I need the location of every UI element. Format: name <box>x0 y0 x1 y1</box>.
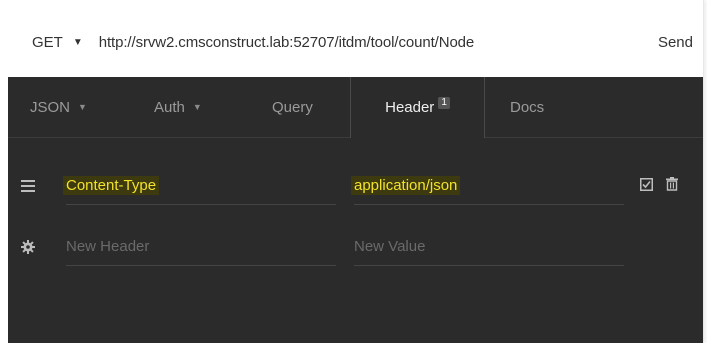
new-header-value-input[interactable]: New Value <box>354 227 624 266</box>
new-header-name-input[interactable]: New Header <box>66 227 336 266</box>
method-label: GET <box>32 34 63 51</box>
send-button[interactable]: Send <box>658 34 693 51</box>
tab-header[interactable]: Header 1 <box>350 77 485 138</box>
header-count-badge: 1 <box>438 96 450 109</box>
checkbox-checked-icon[interactable] <box>639 176 653 192</box>
tab-label: Header <box>385 99 435 116</box>
tab-label: JSON <box>30 98 71 116</box>
hamburger-icon[interactable] <box>20 178 36 194</box>
header-row: Content-Type application/json <box>8 166 703 206</box>
tab-label: Query <box>272 98 313 116</box>
request-window: GET ▼ http://srvw2.cmsconstruct.lab:5270… <box>0 0 704 343</box>
tab-label: Auth <box>154 98 185 116</box>
url-bar: GET ▼ http://srvw2.cmsconstruct.lab:5270… <box>8 8 703 77</box>
gear-icon <box>20 239 36 255</box>
new-header-placeholder: New Header <box>66 237 150 255</box>
tab-json[interactable]: JSON ▼ <box>30 77 87 137</box>
tab-label: Docs <box>510 98 545 116</box>
trash-icon[interactable] <box>665 176 679 192</box>
tab-auth[interactable]: Auth ▼ <box>154 77 202 137</box>
chevron-down-icon: ▼ <box>78 102 87 112</box>
header-value-value: application/json <box>351 175 461 195</box>
chevron-down-icon: ▼ <box>192 102 202 112</box>
tab-bar: JSON ▼ Auth ▼ Query Header 1 Docs <box>8 77 703 138</box>
row-actions <box>639 176 679 192</box>
header-name-value: Content-Type <box>63 175 160 195</box>
new-value-placeholder: New Value <box>354 237 426 255</box>
request-panel: JSON ▼ Auth ▼ Query Header 1 Docs Conten… <box>8 77 703 343</box>
chevron-down-icon: ▼ <box>72 37 83 48</box>
new-header-row: New Header New Value <box>8 227 703 267</box>
method-dropdown[interactable]: GET ▼ <box>32 34 83 51</box>
tab-query[interactable]: Query <box>272 77 313 137</box>
tab-docs[interactable]: Docs <box>510 77 544 137</box>
header-name-input[interactable]: Content-Type <box>63 166 336 205</box>
url-input[interactable]: http://srvw2.cmsconstruct.lab:52707/itdm… <box>99 34 475 51</box>
header-value-input[interactable]: application/json <box>351 166 624 205</box>
